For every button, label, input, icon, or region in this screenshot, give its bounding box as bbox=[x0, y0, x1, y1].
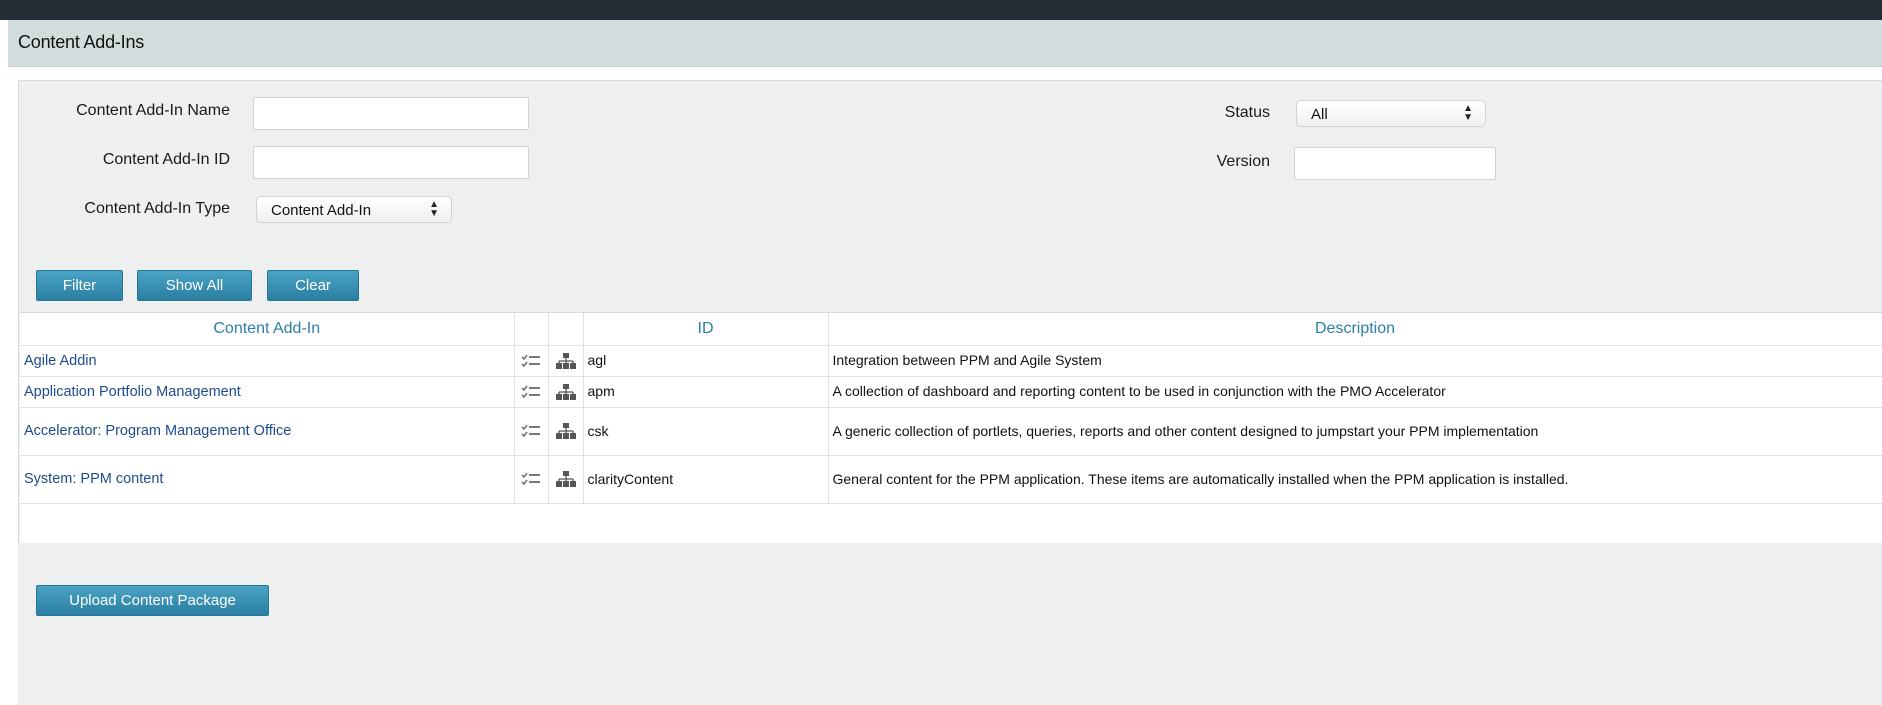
addin-name-cell: Accelerator: Program Management Office bbox=[20, 407, 515, 456]
filter-button[interactable]: Filter bbox=[36, 270, 123, 301]
properties-icon[interactable] bbox=[514, 407, 549, 456]
version-filter-input[interactable] bbox=[1294, 147, 1496, 180]
type-filter-value: Content Add-In bbox=[271, 202, 372, 219]
table-row: System: PPM content clarityContent Gener… bbox=[20, 455, 1882, 504]
table-row: Application Portfolio Management apm A c… bbox=[20, 376, 1882, 408]
table-row: Agile Addin agl Integration between PPM … bbox=[20, 345, 1882, 377]
addin-description-cell: General content for the PPM application.… bbox=[828, 455, 1882, 504]
type-filter-select[interactable]: Content Add-In ▲ ▼ bbox=[256, 196, 452, 223]
table-header-row: Content Add-In ID Description bbox=[20, 313, 1882, 346]
status-filter-select[interactable]: All ▲ ▼ bbox=[1296, 100, 1486, 127]
hierarchy-icon[interactable] bbox=[548, 407, 584, 456]
status-filter-value: All bbox=[1311, 106, 1328, 123]
hierarchy-icon[interactable] bbox=[548, 345, 584, 377]
select-arrows-icon: ▲ ▼ bbox=[1463, 103, 1473, 123]
top-navigation-bar bbox=[0, 0, 1882, 20]
properties-icon[interactable] bbox=[514, 376, 549, 408]
addin-link[interactable]: Accelerator: Program Management Office bbox=[24, 423, 291, 439]
version-filter-label: Version bbox=[1216, 153, 1270, 170]
type-filter-label: Content Add-In Type bbox=[84, 200, 230, 217]
addin-id-cell: apm bbox=[583, 376, 829, 408]
name-filter-input[interactable] bbox=[253, 97, 529, 130]
select-arrows-icon: ▲ ▼ bbox=[429, 199, 439, 219]
addin-id-cell: agl bbox=[583, 345, 829, 377]
addin-link[interactable]: System: PPM content bbox=[24, 471, 163, 487]
addin-description-cell: A collection of dashboard and reporting … bbox=[828, 376, 1882, 408]
page-title: Content Add-Ins bbox=[18, 32, 145, 52]
column-header-properties bbox=[514, 313, 549, 346]
show-all-button[interactable]: Show All bbox=[137, 270, 252, 301]
addin-link[interactable]: Application Portfolio Management bbox=[24, 384, 241, 400]
properties-icon[interactable] bbox=[514, 455, 549, 504]
hierarchy-icon[interactable] bbox=[548, 455, 584, 504]
addin-description-cell: Integration between PPM and Agile System bbox=[828, 345, 1882, 377]
status-filter-label: Status bbox=[1224, 104, 1270, 121]
id-filter-label: Content Add-In ID bbox=[102, 151, 230, 168]
addin-description-cell: A generic collection of portlets, querie… bbox=[828, 407, 1882, 456]
column-header-hierarchy bbox=[548, 313, 584, 346]
name-filter-label: Content Add-In Name bbox=[76, 102, 230, 119]
addin-name-cell: Agile Addin bbox=[20, 345, 515, 377]
footer-area bbox=[18, 543, 1882, 705]
upload-content-package-button[interactable]: Upload Content Package bbox=[36, 585, 269, 616]
id-filter-input[interactable] bbox=[253, 146, 529, 179]
addin-name-cell: Application Portfolio Management bbox=[20, 376, 515, 408]
clear-button[interactable]: Clear bbox=[267, 270, 359, 301]
column-header-description[interactable]: Description bbox=[828, 313, 1882, 346]
column-header-id[interactable]: ID bbox=[583, 313, 829, 346]
addin-id-cell: csk bbox=[583, 407, 829, 456]
hierarchy-icon[interactable] bbox=[548, 376, 584, 408]
addin-id-cell: clarityContent bbox=[583, 455, 829, 504]
column-header-content-addin[interactable]: Content Add-In bbox=[20, 313, 515, 346]
content-addins-table: Content Add-In ID Description Agile Addi… bbox=[20, 312, 1882, 544]
table-row: Accelerator: Program Management Office c… bbox=[20, 407, 1882, 456]
page-title-bar: Content Add-Ins bbox=[8, 20, 1882, 67]
properties-icon[interactable] bbox=[514, 345, 549, 377]
addin-name-cell: System: PPM content bbox=[20, 455, 515, 504]
addin-link[interactable]: Agile Addin bbox=[24, 353, 97, 369]
